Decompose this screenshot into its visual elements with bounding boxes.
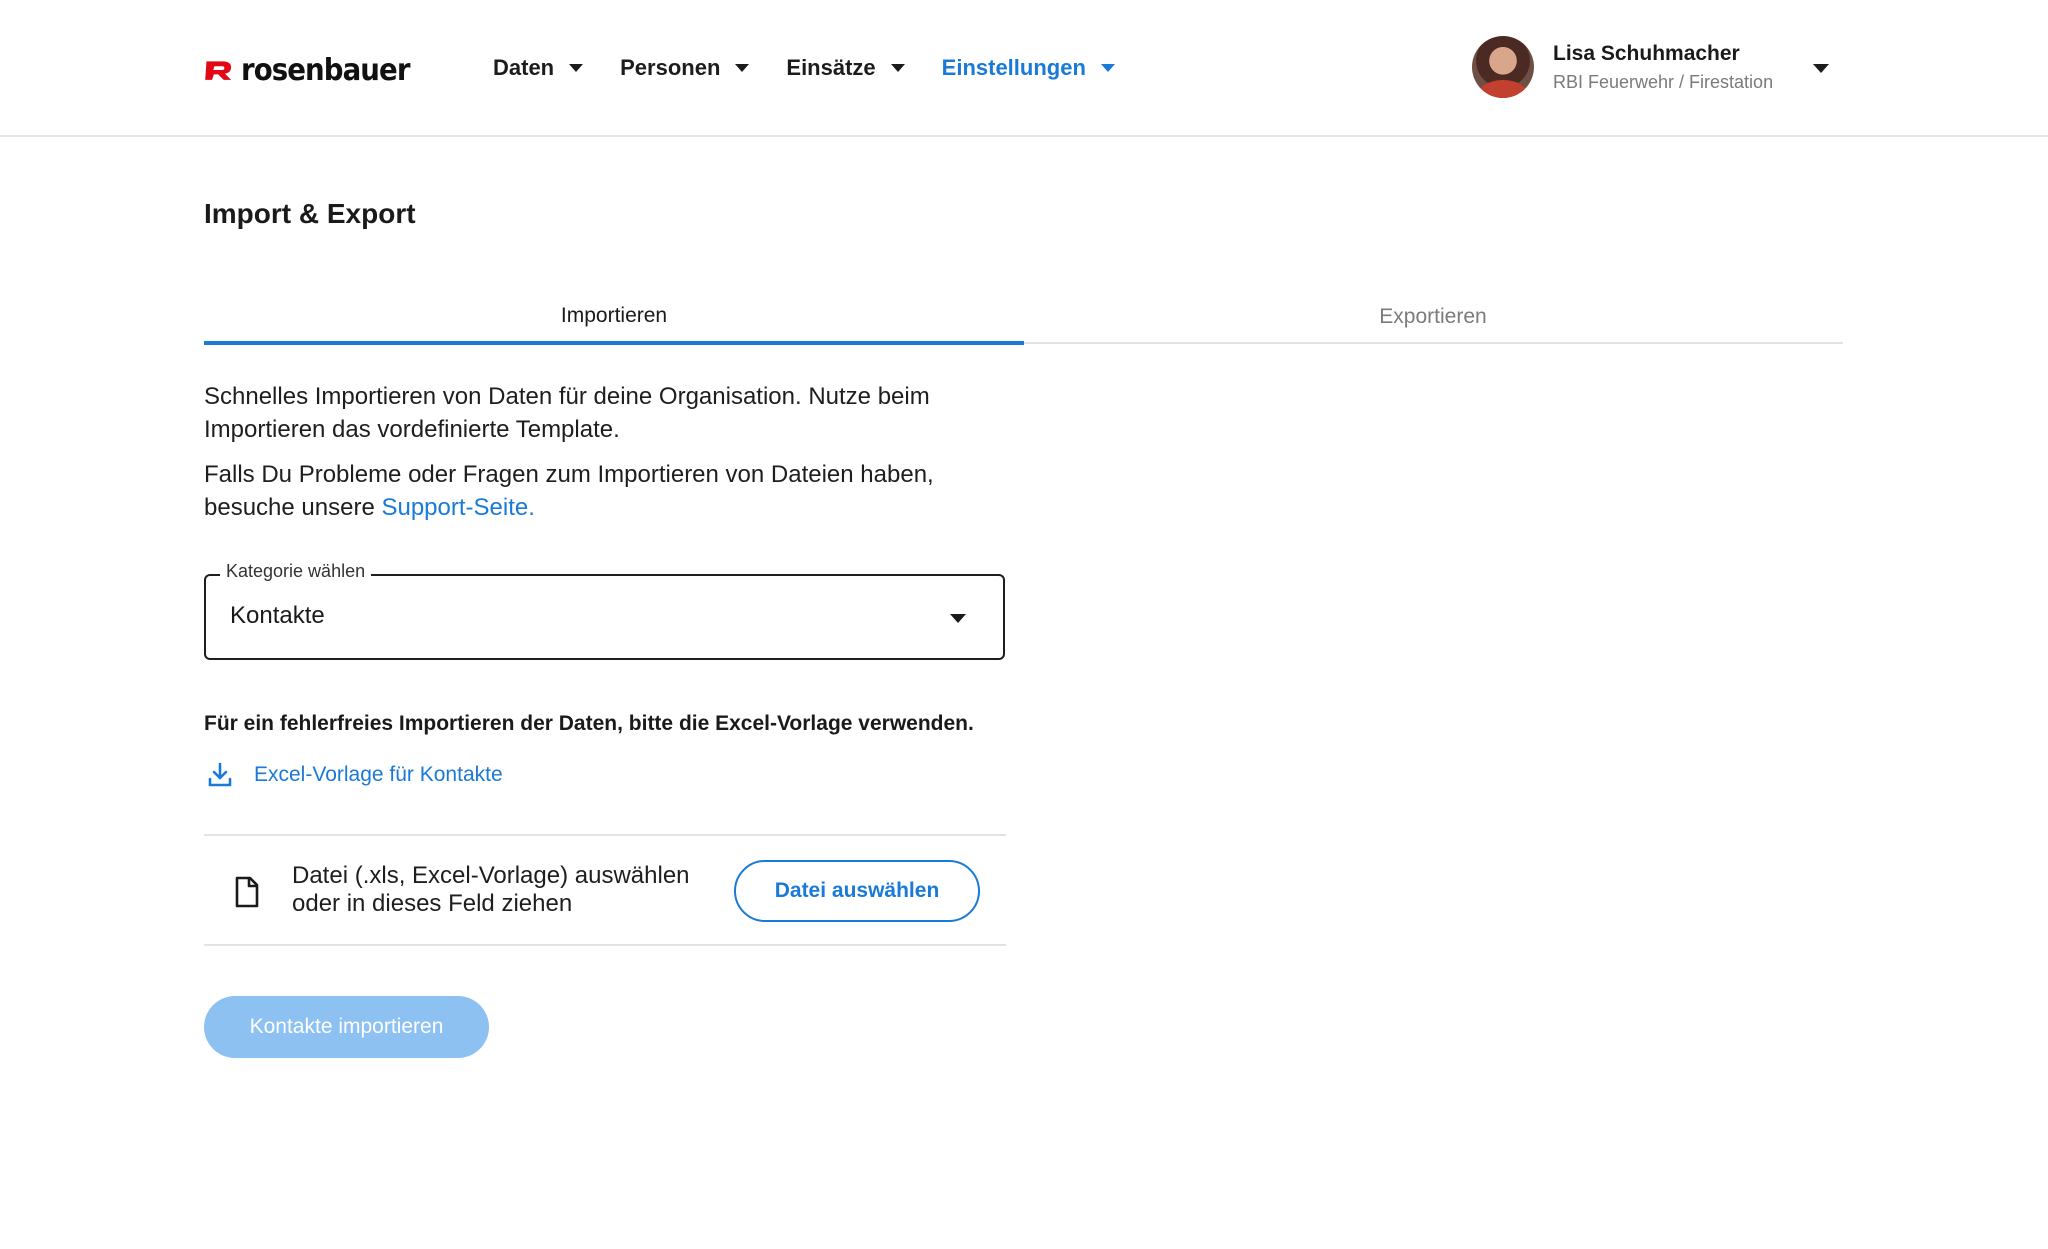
category-select-value: Kontakte (230, 602, 325, 629)
nav-item-label: Einstellungen (941, 55, 1086, 80)
support-text: Falls Du Probleme oder Fragen zum Import… (204, 461, 934, 521)
logo-wordmark: rosenbauer (240, 52, 410, 88)
caret-down-icon (1100, 64, 1115, 72)
nav-item-label: Personen (620, 55, 721, 80)
user-menu[interactable]: Lisa Schuhmacher RBI Feuerwehr / Firesta… (1472, 36, 1832, 100)
file-icon (235, 876, 259, 908)
import-contacts-button[interactable]: Kontakte importieren (204, 996, 489, 1058)
rosenbauer-logo[interactable]: rosenbauer (204, 50, 424, 90)
tab-exportieren[interactable]: Exportieren (1023, 290, 1843, 344)
excel-template-link[interactable]: Excel-Vorlage für Kontakte (208, 762, 503, 788)
nav-item-einstellungen[interactable]: Einstellungen (942, 55, 1115, 81)
intro-text: Schnelles Importieren von Daten für dein… (204, 380, 1004, 536)
file-dropzone[interactable]: Datei (.xls, Excel-Vorlage) auswählen od… (204, 834, 1006, 946)
top-header: rosenbauer Daten Personen Einsätze Einst… (0, 0, 2048, 137)
page: rosenbauer Daten Personen Einsätze Einst… (0, 0, 2048, 1249)
excel-template-link-label: Excel-Vorlage für Kontakte (254, 763, 503, 786)
user-organization: RBI Feuerwehr / Firestation (1553, 72, 1774, 92)
nav-item-personen[interactable]: Personen (620, 55, 750, 81)
support-link[interactable]: Support-Seite. (381, 494, 534, 521)
nav-item-daten[interactable]: Daten (493, 55, 584, 81)
tab-bar: Importieren Exportieren (204, 290, 1843, 345)
template-hint: Für ein fehlerfreies Importieren der Dat… (204, 712, 974, 735)
support-paragraph: Falls Du Probleme oder Fragen zum Import… (204, 458, 1004, 524)
dropzone-text-line: Datei (.xls, Excel-Vorlage) auswählen (292, 862, 690, 889)
logo-r-mark-icon (205, 61, 232, 80)
dropzone-text: Datei (.xls, Excel-Vorlage) auswählen od… (292, 862, 732, 918)
caret-down-icon (890, 64, 905, 72)
main-nav: Daten Personen Einsätze Einstellungen (493, 50, 1152, 86)
intro-paragraph: Schnelles Importieren von Daten für dein… (204, 383, 930, 443)
caret-down-icon (735, 64, 750, 72)
dropzone-text-line: oder in dieses Feld ziehen (292, 890, 573, 917)
nav-item-label: Daten (493, 55, 555, 80)
nav-item-label: Einsätze (786, 55, 876, 80)
category-select-label: Kategorie wählen (220, 561, 372, 582)
category-select[interactable]: Kategorie wählen Kontakte (204, 561, 1005, 660)
nav-item-einsaetze[interactable]: Einsätze (786, 55, 905, 81)
user-name: Lisa Schuhmacher (1553, 42, 1740, 65)
caret-down-icon (950, 614, 966, 623)
tab-importieren[interactable]: Importieren (204, 290, 1024, 345)
avatar (1472, 36, 1534, 98)
choose-file-button[interactable]: Datei auswählen (734, 860, 980, 922)
download-icon (208, 762, 232, 787)
page-title: Import & Export (204, 198, 416, 229)
caret-down-icon (569, 64, 584, 72)
caret-down-icon[interactable] (1813, 64, 1829, 73)
